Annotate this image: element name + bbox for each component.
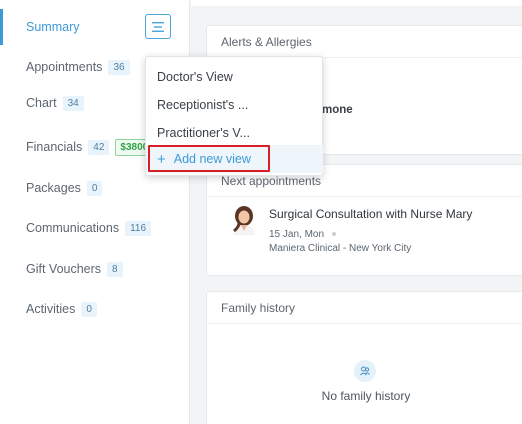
separator-dot [332,232,337,237]
sidebar-item-label: Appointments [26,60,103,74]
people-icon [354,360,376,382]
family-history-card: Family history No family history [206,291,522,424]
alert-text: mone [322,104,353,116]
list-view-icon [152,21,164,32]
appointment-title[interactable]: Surgical Consultation with Nurse Mary [269,207,472,221]
sidebar-item-activities[interactable]: Activities 0 [0,291,97,327]
add-new-view-label: Add new view [173,152,251,166]
sidebar-item-label: Communications [26,221,120,235]
sidebar-item-packages[interactable]: Packages 0 [0,170,103,206]
sidebar-item-label: Financials [26,140,83,154]
count-badge: 34 [62,95,84,111]
count-badge: 36 [108,59,130,75]
view-dropdown-menu: Doctor's View Receptionist's ... Practit… [145,56,323,176]
count-badge: 0 [81,301,97,317]
empty-state-text: No family history [321,389,411,403]
appointment-date-text: 15 Jan, Mon [269,229,325,240]
sidebar-item-label: Activities [26,302,76,316]
menu-item-practitioners-view[interactable]: Practitioner's V... [146,119,322,147]
family-history-title: Family history [207,292,522,324]
top-strip [191,0,522,6]
sidebar-item-chart[interactable]: Chart 34 [0,85,84,121]
nurse-avatar [233,206,255,235]
sidebar-item-label: Gift Vouchers [26,262,102,276]
next-appointments-card: Next appointments Surgical Consultation … [206,164,522,276]
sidebar-item-appointments[interactable]: Appointments 36 [0,49,130,85]
add-new-view-button[interactable]: + Add new view [146,145,323,173]
plus-icon: + [157,150,166,168]
menu-item-receptionists-view[interactable]: Receptionist's ... [146,91,322,119]
appointment-location: Maniera Clinical - New York City [269,243,412,254]
sidebar-item-gift-vouchers[interactable]: Gift Vouchers 8 [0,251,123,287]
sidebar-item-label: Chart [26,96,57,110]
sidebar-item-summary[interactable]: Summary [0,9,79,45]
menu-item-doctors-view[interactable]: Doctor's View [146,63,322,91]
appointment-date: 15 Jan, Mon [269,229,337,240]
view-menu-button[interactable] [145,14,171,39]
count-badge: 42 [88,139,110,155]
sidebar-item-communications[interactable]: Communications 116 [0,210,152,246]
count-badge: 0 [86,180,103,196]
count-badge: 116 [125,220,152,236]
alerts-card-title: Alerts & Allergies [207,26,522,58]
sidebar-item-label: Packages [26,181,81,195]
sidebar-item-financials[interactable]: Financials 42 $3800 [0,129,154,165]
count-badge: 8 [107,261,123,277]
sidebar-item-label: Summary [26,20,80,34]
